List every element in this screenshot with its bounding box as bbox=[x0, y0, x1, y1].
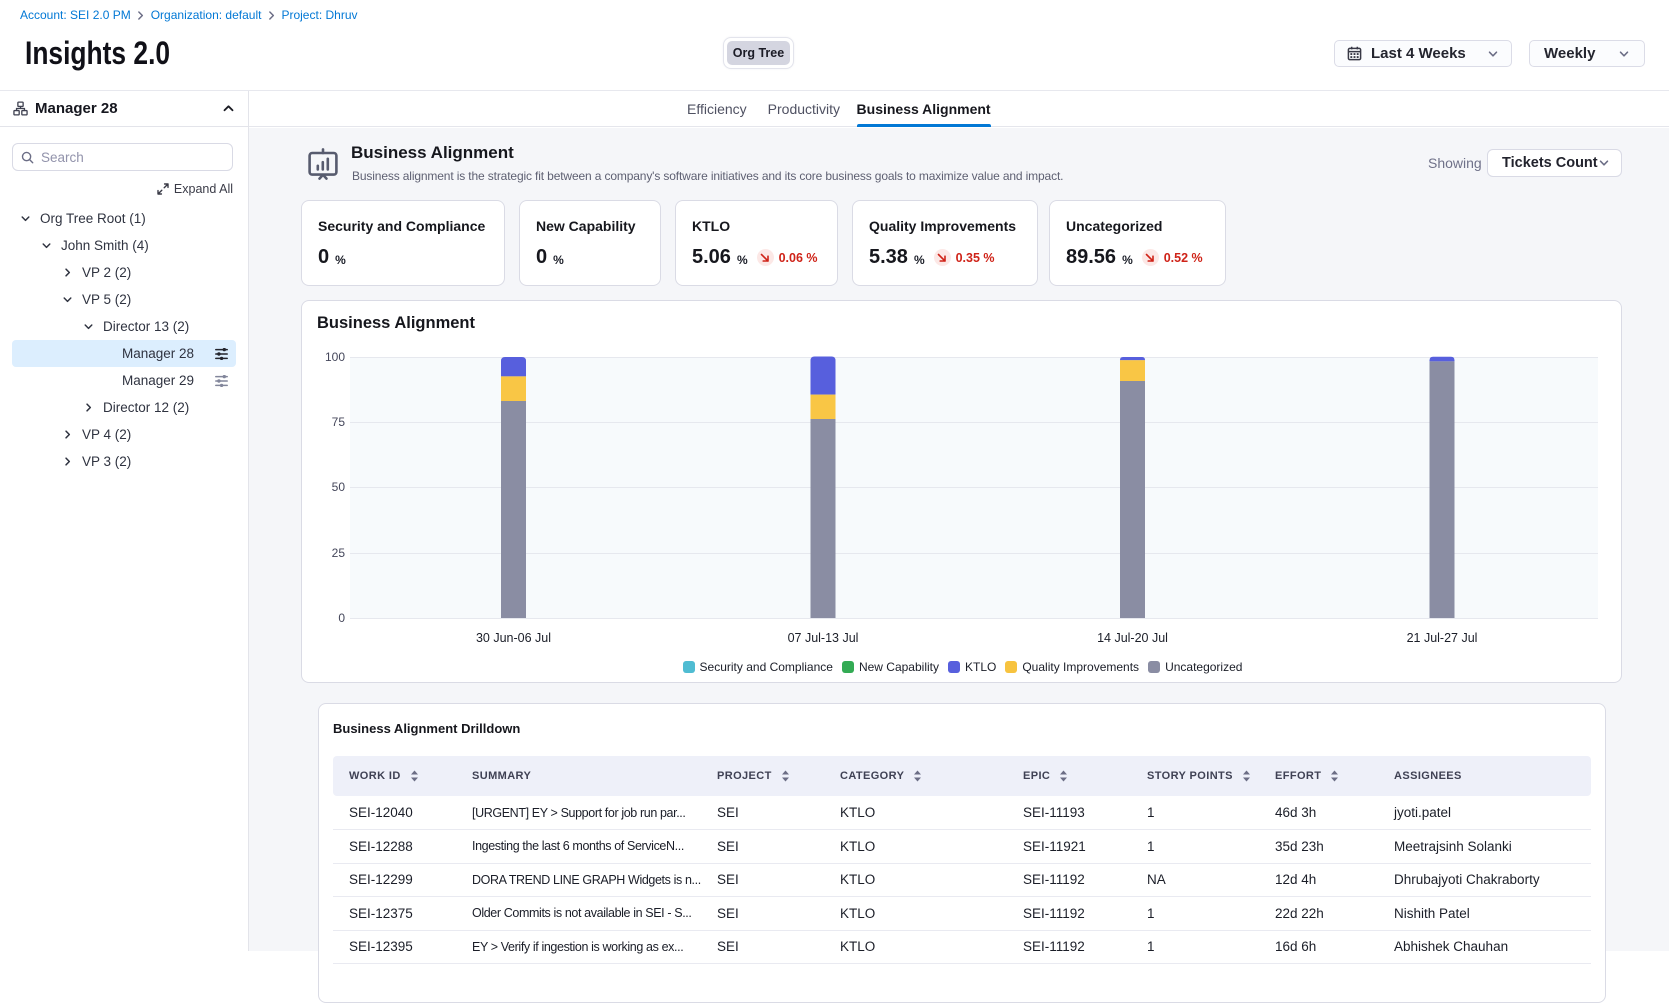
svg-text:07 Jul-13 Jul: 07 Jul-13 Jul bbox=[788, 631, 859, 645]
svg-text:0: 0 bbox=[338, 611, 345, 625]
svg-text:25: 25 bbox=[332, 546, 346, 560]
svg-text:50: 50 bbox=[332, 480, 346, 494]
svg-text:14 Jul-20 Jul: 14 Jul-20 Jul bbox=[1097, 631, 1168, 645]
svg-text:100: 100 bbox=[325, 350, 345, 364]
svg-text:30 Jun-06 Jul: 30 Jun-06 Jul bbox=[476, 631, 551, 645]
svg-text:21 Jul-27 Jul: 21 Jul-27 Jul bbox=[1407, 631, 1478, 645]
svg-text:75: 75 bbox=[332, 415, 346, 429]
